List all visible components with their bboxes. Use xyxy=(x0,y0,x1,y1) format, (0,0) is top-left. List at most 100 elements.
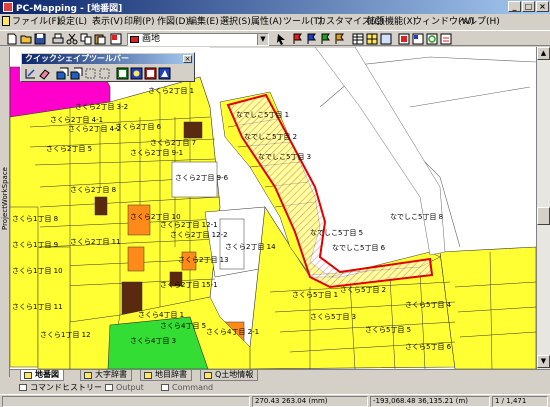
eraser-tool-icon[interactable] xyxy=(38,67,51,80)
scroll-up-icon[interactable]: ▲ xyxy=(537,47,550,60)
tab-label: 地番図 xyxy=(35,370,59,379)
save-icon[interactable] xyxy=(34,33,46,45)
shape-c-icon[interactable] xyxy=(84,67,97,80)
tab-chimoku-dict[interactable]: 地目辞書 xyxy=(140,370,192,381)
map-label: さくら5丁目 4 xyxy=(405,301,452,309)
tab-output[interactable]: Output xyxy=(102,382,150,394)
menu-help[interactable]: ヘルプ(H) xyxy=(459,16,500,28)
map-label: さくら5丁目 1 xyxy=(292,291,338,299)
box-tool-icon[interactable] xyxy=(380,33,392,45)
zoom-window-icon[interactable] xyxy=(412,33,424,45)
map-label: さくら4丁目 2-1 xyxy=(206,328,259,336)
vertical-scrollbar[interactable]: ▲ ▼ xyxy=(536,47,550,369)
print-icon[interactable] xyxy=(52,33,64,45)
map-label: さくら2丁目 15-1 xyxy=(160,281,218,289)
map-label: なでしこ5丁目 3 xyxy=(258,153,311,161)
flag-tool-3-icon[interactable] xyxy=(320,33,332,45)
tab-land-info[interactable]: Q土地情報 xyxy=(200,370,259,381)
layer-select[interactable]: 画地 ▼ xyxy=(127,33,269,46)
menu-attribute[interactable]: 属性(A) xyxy=(251,16,282,28)
output-icon xyxy=(105,384,113,391)
map-label: さくら2丁目 14 xyxy=(225,243,276,251)
tab-command-history[interactable]: コマンドヒストリー xyxy=(16,382,108,394)
table-tool-icon[interactable] xyxy=(352,33,364,45)
map-label: さくら1丁目 8 xyxy=(12,215,58,223)
scroll-down-icon[interactable]: ▼ xyxy=(537,355,550,368)
map-label: さくら2丁目 6 xyxy=(115,123,162,131)
map-label: さくら4丁目 3 xyxy=(130,337,176,345)
map-label: さくら5丁目 3 xyxy=(310,313,356,321)
quick-shape-toolbar[interactable]: クイックシェイプツールバー × xyxy=(20,52,195,82)
map-label: さくら2丁目 5 xyxy=(46,145,92,153)
tab-label: Output xyxy=(116,383,144,392)
map-label: さくら5丁目 6 xyxy=(405,343,452,351)
map-label: さくら5丁目 2 xyxy=(340,286,386,294)
status-coords-mm: 270.43 263.04 (mm) xyxy=(252,396,368,407)
history-icon xyxy=(19,384,27,391)
shape-b-icon[interactable] xyxy=(70,67,83,80)
map-label: さくら4丁目 1 xyxy=(138,311,184,319)
project-workspace-tab[interactable]: ProjectWorkSpace xyxy=(0,47,10,377)
menu-view[interactable]: 表示(V) xyxy=(92,16,123,28)
tab-label: Q土地情報 xyxy=(215,370,254,379)
scroll-thumb[interactable] xyxy=(537,207,550,225)
menu-edit[interactable]: 編集(E) xyxy=(188,16,219,28)
info-icon[interactable] xyxy=(440,33,452,45)
table-icon xyxy=(84,372,92,379)
menu-settings[interactable]: 設定(L) xyxy=(57,16,87,28)
tab-label: 大字辞書 xyxy=(95,370,127,379)
layer-select-value: 画地 xyxy=(142,34,161,44)
menu-print[interactable]: 印刷(P) xyxy=(124,16,154,28)
close-button[interactable]: × xyxy=(536,1,549,12)
flag-tool-1-icon[interactable] xyxy=(292,33,304,45)
project-workspace-label: ProjectWorkSpace xyxy=(1,167,9,231)
menu-extensions[interactable]: 拡張機能(X) xyxy=(367,16,416,28)
parcel-tool-2-icon[interactable] xyxy=(130,67,143,80)
zoom-area-icon[interactable] xyxy=(398,33,410,45)
map-drawing[interactable]: さくら2丁目 1 さくら2丁目 3-2 さくら2丁目 4-1 さくら2丁目 4-… xyxy=(10,47,536,369)
paste-icon[interactable] xyxy=(94,33,106,45)
map-label: さくら1丁目 10 xyxy=(12,267,63,275)
tab-label: Command xyxy=(172,383,214,392)
map-label: さくら2丁目 1 xyxy=(148,87,194,95)
map-icon xyxy=(24,372,32,379)
map-label: さくら4丁目 5 xyxy=(160,322,206,330)
menu-file[interactable]: ファイル(F) xyxy=(12,16,60,28)
tab-oaza-dict[interactable]: 大字辞書 xyxy=(80,370,132,381)
copy-icon[interactable] xyxy=(80,33,92,45)
menu-draw[interactable]: 作図(D) xyxy=(157,16,189,28)
line-tool-icon[interactable] xyxy=(24,67,37,80)
grid-tool-icon[interactable] xyxy=(366,33,378,45)
close-icon[interactable]: × xyxy=(183,55,192,63)
map-canvas[interactable]: さくら2丁目 1 さくら2丁目 3-2 さくら2丁目 4-1 さくら2丁目 4-… xyxy=(10,47,536,369)
menu-select[interactable]: 選択(S) xyxy=(220,16,251,28)
map-label: さくら2丁目 10 xyxy=(130,213,181,221)
maximize-button[interactable]: □ xyxy=(522,1,535,12)
open-folder-icon[interactable] xyxy=(20,33,32,45)
parcel-tool-4-icon[interactable] xyxy=(158,67,171,80)
chevron-down-icon[interactable]: ▼ xyxy=(257,34,268,45)
flag-tool-4-icon[interactable] xyxy=(334,33,346,45)
table-icon xyxy=(204,372,212,379)
menu-doc-icon[interactable] xyxy=(2,16,10,28)
status-message xyxy=(2,396,250,407)
tab-command[interactable]: Command xyxy=(158,382,219,394)
minimize-button[interactable]: _ xyxy=(508,1,521,12)
tab-chiban-map[interactable]: 地番図 xyxy=(20,370,64,381)
shape-d-icon[interactable] xyxy=(98,67,111,80)
parcel-tool-3-icon[interactable] xyxy=(144,67,157,80)
map-label: さくら2丁目 12-1 xyxy=(160,221,218,229)
shape-a-icon[interactable] xyxy=(56,67,69,80)
layer-icon[interactable] xyxy=(110,33,122,45)
cut-icon[interactable] xyxy=(66,33,78,45)
select-arrow-icon[interactable] xyxy=(276,33,288,45)
app-icon xyxy=(3,2,13,12)
map-label: さくら5丁目 5 xyxy=(365,326,411,334)
parcel-tool-1-icon[interactable] xyxy=(116,67,129,80)
quick-shape-titlebar[interactable]: クイックシェイプツールバー × xyxy=(22,54,193,64)
map-label: なでしこ5丁目 2 xyxy=(244,133,297,141)
new-file-icon[interactable] xyxy=(6,33,18,45)
refresh-icon[interactable] xyxy=(426,33,438,45)
flag-tool-2-icon[interactable] xyxy=(306,33,318,45)
status-bar: 270.43 263.04 (mm) -193,068.48 36,135.21… xyxy=(0,394,550,407)
